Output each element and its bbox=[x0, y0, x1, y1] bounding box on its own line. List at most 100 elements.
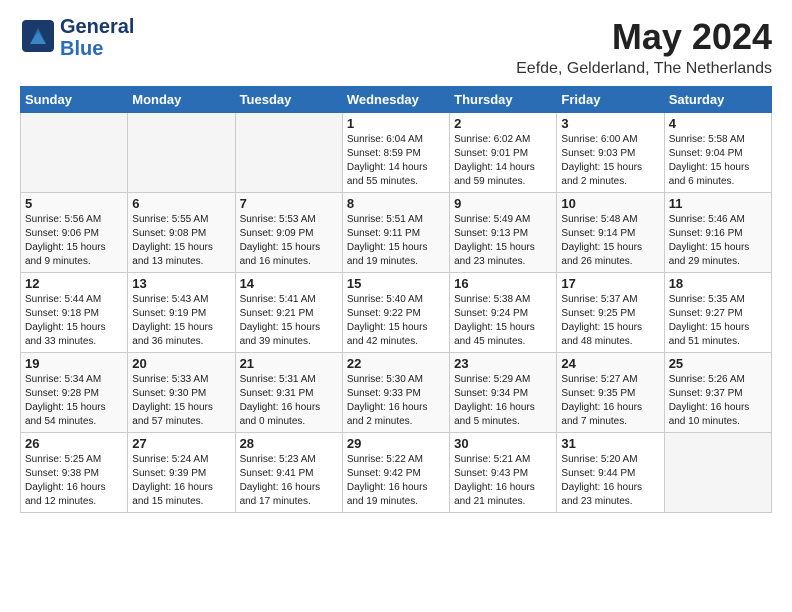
calendar-cell: 21Sunrise: 5:31 AM Sunset: 9:31 PM Dayli… bbox=[235, 353, 342, 433]
logo-text-block: General Blue bbox=[60, 16, 134, 60]
day-number: 31 bbox=[561, 436, 659, 451]
calendar-cell: 3 Sunrise: 6:00 AM Sunset: 9:03 PM Daylig… bbox=[557, 113, 664, 193]
day-number: 2 bbox=[454, 116, 552, 131]
day-number: 6 bbox=[132, 196, 230, 211]
day-number: 8 bbox=[347, 196, 445, 211]
day-info: Sunrise: 5:33 AM Sunset: 9:30 PM Dayligh… bbox=[132, 373, 230, 429]
calendar-header-sunday: Sunday bbox=[21, 87, 128, 113]
calendar-header-row: SundayMondayTuesdayWednesdayThursdayFrid… bbox=[21, 87, 772, 113]
calendar-week-4: 19 Sunrise: 5:34 AM Sunset: 9:28 PM Dayli… bbox=[21, 353, 772, 433]
calendar-cell: 22Sunrise: 5:30 AM Sunset: 9:33 PM Dayli… bbox=[342, 353, 449, 433]
calendar-cell: 31 Sunrise: 5:20 AM Sunset: 9:44 PM Dayli… bbox=[557, 433, 664, 513]
day-info: Sunrise: 5:43 AM Sunset: 9:19 PM Dayligh… bbox=[132, 293, 230, 349]
calendar-cell: 29 Sunrise: 5:22 AM Sunset: 9:42 PM Dayli… bbox=[342, 433, 449, 513]
day-number: 21 bbox=[240, 356, 338, 371]
day-info: Sunrise: 5:56 AM Sunset: 9:06 PM Dayligh… bbox=[25, 213, 123, 269]
day-info: Sunrise: 6:02 AM Sunset: 9:01 PM Dayligh… bbox=[454, 133, 552, 189]
calendar-header-monday: Monday bbox=[128, 87, 235, 113]
calendar-week-3: 12 Sunrise: 5:44 AM Sunset: 9:18 PM Dayli… bbox=[21, 273, 772, 353]
day-info: Sunrise: 6:00 AM Sunset: 9:03 PM Dayligh… bbox=[561, 133, 659, 189]
calendar-cell: 27Sunrise: 5:24 AM Sunset: 9:39 PM Dayli… bbox=[128, 433, 235, 513]
day-number: 17 bbox=[561, 276, 659, 291]
calendar-cell: 13Sunrise: 5:43 AM Sunset: 9:19 PM Dayli… bbox=[128, 273, 235, 353]
day-info: Sunrise: 5:46 AM Sunset: 9:16 PM Dayligh… bbox=[669, 213, 767, 269]
calendar-table: SundayMondayTuesdayWednesdayThursdayFrid… bbox=[20, 86, 772, 513]
calendar-cell bbox=[21, 113, 128, 193]
day-info: Sunrise: 5:41 AM Sunset: 9:21 PM Dayligh… bbox=[240, 293, 338, 349]
day-number: 26 bbox=[25, 436, 123, 451]
calendar-cell: 11 Sunrise: 5:46 AM Sunset: 9:16 PM Dayli… bbox=[664, 193, 771, 273]
day-info: Sunrise: 5:20 AM Sunset: 9:44 PM Dayligh… bbox=[561, 453, 659, 509]
day-info: Sunrise: 5:37 AM Sunset: 9:25 PM Dayligh… bbox=[561, 293, 659, 349]
calendar-cell: 7Sunrise: 5:53 AM Sunset: 9:09 PM Daylig… bbox=[235, 193, 342, 273]
day-info: Sunrise: 5:44 AM Sunset: 9:18 PM Dayligh… bbox=[25, 293, 123, 349]
calendar-cell: 25Sunrise: 5:26 AM Sunset: 9:37 PM Dayli… bbox=[664, 353, 771, 433]
calendar-cell: 14Sunrise: 5:41 AM Sunset: 9:21 PM Dayli… bbox=[235, 273, 342, 353]
day-number: 19 bbox=[25, 356, 123, 371]
logo-line1: General bbox=[60, 16, 134, 38]
page: General Blue May 2024 Eefde, Gelderland,… bbox=[0, 0, 792, 529]
day-number: 18 bbox=[669, 276, 767, 291]
day-number: 23 bbox=[454, 356, 552, 371]
day-number: 25 bbox=[669, 356, 767, 371]
calendar-cell: 23 Sunrise: 5:29 AM Sunset: 9:34 PM Dayli… bbox=[450, 353, 557, 433]
logo: General Blue bbox=[20, 16, 134, 60]
calendar-cell: 26 Sunrise: 5:25 AM Sunset: 9:38 PM Dayli… bbox=[21, 433, 128, 513]
day-number: 20 bbox=[132, 356, 230, 371]
day-info: Sunrise: 5:51 AM Sunset: 9:11 PM Dayligh… bbox=[347, 213, 445, 269]
day-info: Sunrise: 5:35 AM Sunset: 9:27 PM Dayligh… bbox=[669, 293, 767, 349]
logo-line2: Blue bbox=[60, 38, 103, 60]
calendar-cell: 2 Sunrise: 6:02 AM Sunset: 9:01 PM Daylig… bbox=[450, 113, 557, 193]
calendar-cell: 6Sunrise: 5:55 AM Sunset: 9:08 PM Daylig… bbox=[128, 193, 235, 273]
day-info: Sunrise: 5:34 AM Sunset: 9:28 PM Dayligh… bbox=[25, 373, 123, 429]
day-info: Sunrise: 5:38 AM Sunset: 9:24 PM Dayligh… bbox=[454, 293, 552, 349]
title-section: May 2024 Eefde, Gelderland, The Netherla… bbox=[516, 16, 772, 78]
day-info: Sunrise: 5:30 AM Sunset: 9:33 PM Dayligh… bbox=[347, 373, 445, 429]
day-info: Sunrise: 5:22 AM Sunset: 9:42 PM Dayligh… bbox=[347, 453, 445, 509]
day-info: Sunrise: 5:29 AM Sunset: 9:34 PM Dayligh… bbox=[454, 373, 552, 429]
calendar-cell: 4 Sunrise: 5:58 AM Sunset: 9:04 PM Daylig… bbox=[664, 113, 771, 193]
day-number: 11 bbox=[669, 196, 767, 211]
calendar-week-5: 26 Sunrise: 5:25 AM Sunset: 9:38 PM Dayli… bbox=[21, 433, 772, 513]
calendar-cell: 12 Sunrise: 5:44 AM Sunset: 9:18 PM Dayli… bbox=[21, 273, 128, 353]
day-number: 9 bbox=[454, 196, 552, 211]
day-number: 3 bbox=[561, 116, 659, 131]
calendar-header-saturday: Saturday bbox=[664, 87, 771, 113]
calendar-cell: 10Sunrise: 5:48 AM Sunset: 9:14 PM Dayli… bbox=[557, 193, 664, 273]
day-info: Sunrise: 5:49 AM Sunset: 9:13 PM Dayligh… bbox=[454, 213, 552, 269]
calendar-cell: 19 Sunrise: 5:34 AM Sunset: 9:28 PM Dayli… bbox=[21, 353, 128, 433]
day-info: Sunrise: 5:25 AM Sunset: 9:38 PM Dayligh… bbox=[25, 453, 123, 509]
day-number: 16 bbox=[454, 276, 552, 291]
calendar-cell: 17 Sunrise: 5:37 AM Sunset: 9:25 PM Dayli… bbox=[557, 273, 664, 353]
calendar-week-1: 1Sunrise: 6:04 AM Sunset: 8:59 PM Daylig… bbox=[21, 113, 772, 193]
header: General Blue May 2024 Eefde, Gelderland,… bbox=[20, 16, 772, 78]
calendar-cell: 8 Sunrise: 5:51 AM Sunset: 9:11 PM Daylig… bbox=[342, 193, 449, 273]
calendar-cell: 9 Sunrise: 5:49 AM Sunset: 9:13 PM Daylig… bbox=[450, 193, 557, 273]
day-info: Sunrise: 5:40 AM Sunset: 9:22 PM Dayligh… bbox=[347, 293, 445, 349]
calendar-cell: 28 Sunrise: 5:23 AM Sunset: 9:41 PM Dayli… bbox=[235, 433, 342, 513]
day-number: 12 bbox=[25, 276, 123, 291]
day-number: 24 bbox=[561, 356, 659, 371]
calendar-cell bbox=[664, 433, 771, 513]
month-title: May 2024 bbox=[516, 16, 772, 58]
calendar-header-friday: Friday bbox=[557, 87, 664, 113]
day-info: Sunrise: 5:58 AM Sunset: 9:04 PM Dayligh… bbox=[669, 133, 767, 189]
day-info: Sunrise: 5:23 AM Sunset: 9:41 PM Dayligh… bbox=[240, 453, 338, 509]
day-number: 7 bbox=[240, 196, 338, 211]
calendar-header-tuesday: Tuesday bbox=[235, 87, 342, 113]
day-info: Sunrise: 5:21 AM Sunset: 9:43 PM Dayligh… bbox=[454, 453, 552, 509]
day-number: 1 bbox=[347, 116, 445, 131]
day-number: 4 bbox=[669, 116, 767, 131]
day-number: 10 bbox=[561, 196, 659, 211]
calendar-cell bbox=[235, 113, 342, 193]
day-number: 28 bbox=[240, 436, 338, 451]
calendar-header-wednesday: Wednesday bbox=[342, 87, 449, 113]
day-info: Sunrise: 5:27 AM Sunset: 9:35 PM Dayligh… bbox=[561, 373, 659, 429]
calendar-cell: 16 Sunrise: 5:38 AM Sunset: 9:24 PM Dayli… bbox=[450, 273, 557, 353]
day-info: Sunrise: 5:24 AM Sunset: 9:39 PM Dayligh… bbox=[132, 453, 230, 509]
day-number: 15 bbox=[347, 276, 445, 291]
location-subtitle: Eefde, Gelderland, The Netherlands bbox=[516, 60, 772, 78]
calendar-cell: 5 Sunrise: 5:56 AM Sunset: 9:06 PM Daylig… bbox=[21, 193, 128, 273]
day-number: 29 bbox=[347, 436, 445, 451]
day-number: 5 bbox=[25, 196, 123, 211]
